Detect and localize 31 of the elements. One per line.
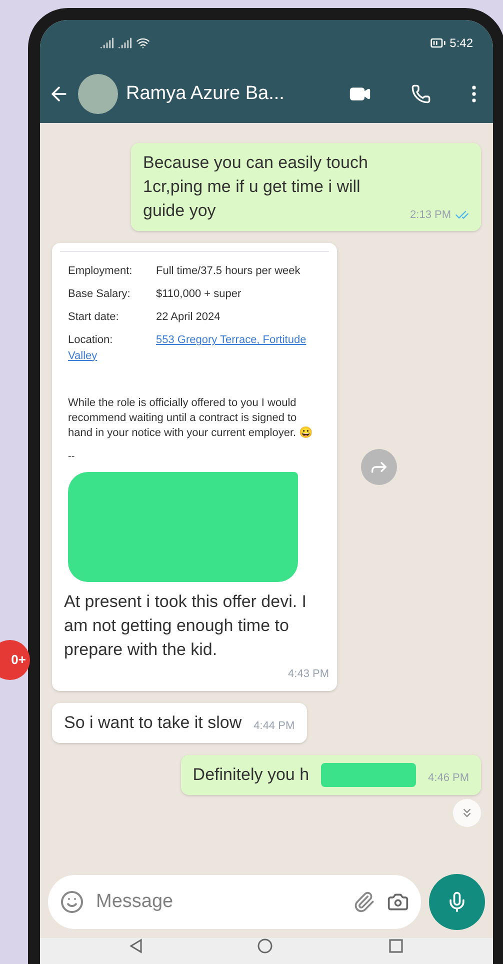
message-time: 4:46 PM xyxy=(428,771,469,786)
message-input[interactable]: Message xyxy=(96,888,341,916)
wifi-icon xyxy=(136,36,150,50)
back-nav-icon[interactable] xyxy=(129,938,144,954)
signal-icon xyxy=(118,36,132,50)
offer-field: Base Salary: $110,000 + super xyxy=(68,287,321,302)
camera-icon[interactable] xyxy=(387,891,409,913)
phone-call-icon[interactable] xyxy=(411,84,431,104)
offer-field: Location: 553 Gregory Terrace, Fortitude Valley xyxy=(68,333,321,364)
home-nav-icon[interactable] xyxy=(257,938,274,954)
scroll-down-button[interactable] xyxy=(453,798,481,826)
paperclip-icon[interactable] xyxy=(353,891,375,913)
message-text: At present i took this offer devi. I am not getting enough time to prepare with the kid. xyxy=(63,591,308,661)
message-time: 4:43 PM xyxy=(288,667,329,682)
avatar[interactable] xyxy=(78,74,118,114)
message-time: 2:13 PM xyxy=(410,208,451,222)
message-time: 4:44 PM xyxy=(254,719,295,734)
message-text: So i want to take it slow xyxy=(64,712,242,734)
message-field[interactable]: Message xyxy=(48,875,421,929)
recents-nav-icon[interactable] xyxy=(388,938,404,954)
signal-icon xyxy=(100,36,114,50)
emoji-icon xyxy=(60,890,84,914)
status-time: 5:42 xyxy=(450,34,473,52)
offer-field: Start date: 22 April 2024 xyxy=(68,310,321,326)
contact-name[interactable]: Ramya Azure Ba... xyxy=(126,80,341,108)
offer-field: Employment: Full time/37.5 hours per week xyxy=(68,264,321,280)
separator-text: -- xyxy=(68,450,76,464)
notification-badge: 0+ xyxy=(0,640,30,680)
offer-note: While the role is officially offered to you I would recommend waiting until a contract is signed to hand in your notice with your current employer. 😀 xyxy=(68,396,314,441)
message-text: Because you can easily touch 1cr,ping me if u get time i will guide yoy xyxy=(143,152,369,222)
message-text: Definitely you h xyxy=(192,764,310,786)
